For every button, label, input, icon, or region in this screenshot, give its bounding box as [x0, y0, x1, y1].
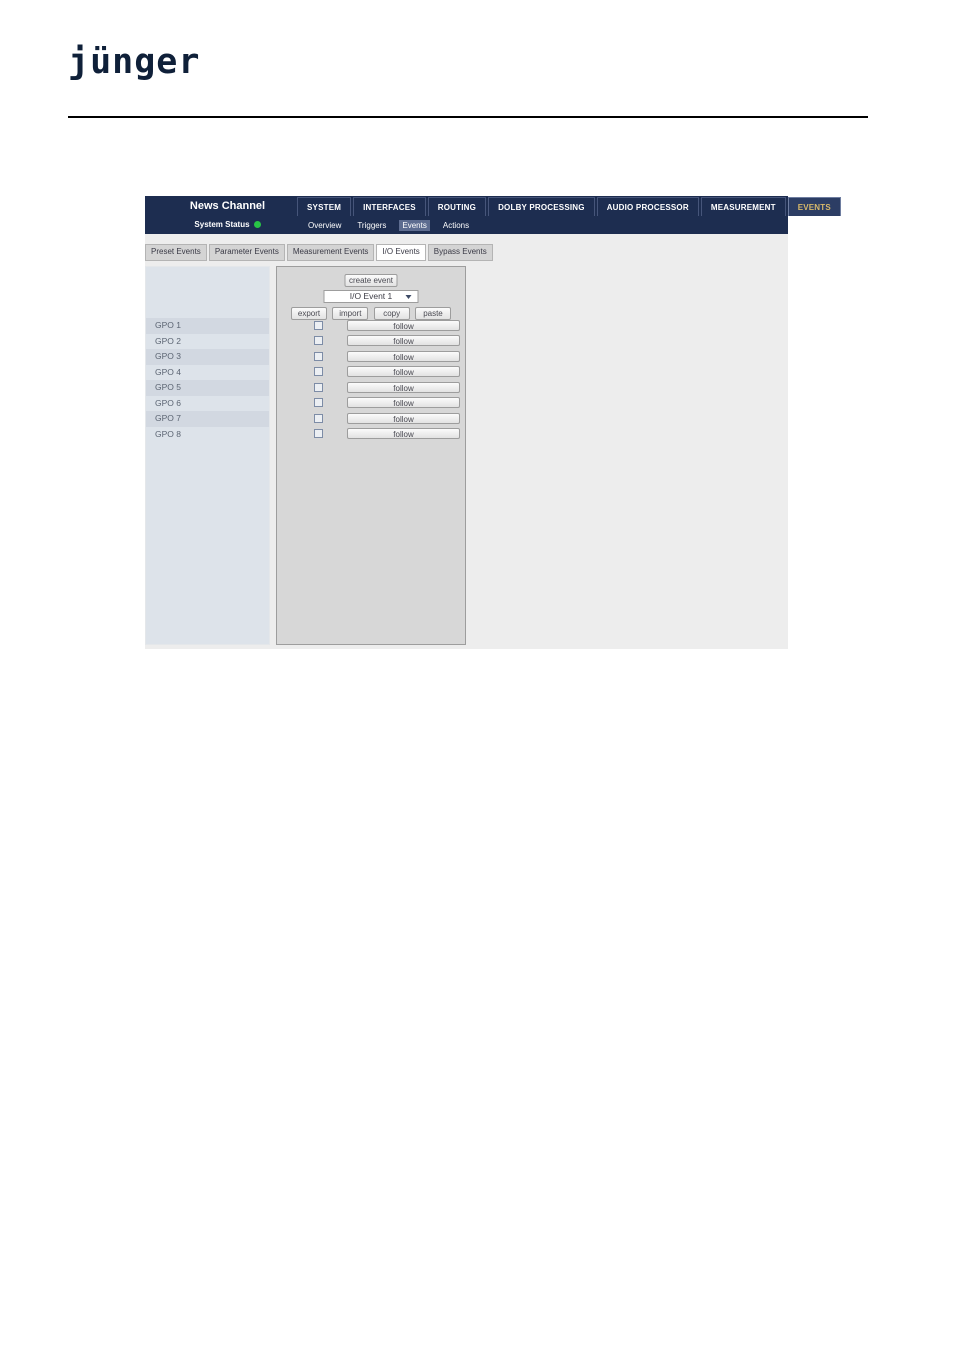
- sub-nav-bar[interactable]: Overview Triggers Events Actions: [297, 216, 472, 234]
- gpo-label-row: GPO 8: [146, 426, 269, 442]
- event-select-value: I/O Event 1: [349, 291, 393, 301]
- event-tab-preset-events[interactable]: Preset Events: [145, 244, 207, 261]
- gpo-label-row: GPO 2: [146, 333, 269, 349]
- gpo-enable-checkbox[interactable]: [314, 398, 323, 407]
- gpo-label-row: GPO 6: [146, 395, 269, 411]
- main-tab-system[interactable]: SYSTEM: [297, 197, 352, 216]
- gpo-enable-checkbox[interactable]: [314, 320, 323, 330]
- status-led-icon: [253, 221, 261, 229]
- junger-logo-text: jünger: [68, 42, 201, 82]
- sub-nav-item-events[interactable]: Events: [399, 219, 430, 231]
- gpo-action-row: follow: [277, 318, 465, 334]
- webui-screenshot: News Channel SYSTEM INTERFACES ROUTING DOLB…: [145, 196, 841, 649]
- gpo-action-row: follow: [277, 334, 465, 350]
- main-tab-bar[interactable]: SYSTEM INTERFACES ROUTING DOLBY PROCESSING A…: [297, 197, 841, 216]
- io-event-panel: create event I/O Event 1 export import cop…: [276, 266, 466, 645]
- create-event-button[interactable]: create event: [344, 274, 398, 287]
- event-tab-bypass-events[interactable]: Bypass Events: [427, 244, 493, 261]
- gpo-action-button[interactable]: follow: [347, 319, 460, 331]
- gpo-action-button[interactable]: follow: [347, 381, 460, 393]
- main-tab-measurement[interactable]: MEASUREMENT: [700, 197, 786, 216]
- event-tab-parameter-events[interactable]: Parameter Events: [208, 244, 285, 261]
- gpo-action-list: follow follow follow follow follow follow foll…: [277, 318, 465, 442]
- gpo-label-row: GPO 5: [146, 380, 269, 396]
- gpo-label-row: GPO 1: [146, 318, 269, 334]
- sub-nav-item-actions[interactable]: Actions: [440, 220, 472, 231]
- nav-row-secondary: System Status Overview Triggers Events Acti…: [145, 216, 788, 234]
- gpo-action-button[interactable]: follow: [347, 350, 460, 362]
- gpo-action-row: follow: [277, 427, 465, 443]
- gpo-action-row: follow: [277, 396, 465, 412]
- event-tab-bar[interactable]: Preset Events Parameter Events Measurement…: [145, 244, 493, 261]
- gpo-action-row: follow: [277, 349, 465, 365]
- system-status: System Status: [145, 216, 310, 234]
- system-status-label: System Status: [194, 220, 250, 229]
- gpo-label-row: GPO 3: [146, 349, 269, 365]
- event-select[interactable]: I/O Event 1: [323, 290, 419, 303]
- nav-row-primary: News Channel SYSTEM INTERFACES ROUTING DOLB…: [145, 196, 841, 216]
- gpo-enable-checkbox[interactable]: [314, 382, 323, 392]
- gpo-action-button[interactable]: follow: [347, 412, 460, 424]
- event-tab-measurement-events[interactable]: Measurement Events: [286, 244, 375, 261]
- device-name: News Channel: [189, 200, 266, 212]
- gpo-action-button[interactable]: follow: [347, 335, 460, 346]
- main-tab-events[interactable]: EVENTS: [787, 197, 841, 216]
- navigation-bar: News Channel SYSTEM INTERFACES ROUTING DOLB…: [145, 196, 841, 234]
- gpo-action-button[interactable]: follow: [347, 366, 460, 377]
- gpo-enable-checkbox[interactable]: [314, 336, 323, 345]
- gpo-label-row: GPO 4: [146, 364, 269, 380]
- sub-nav-item-triggers[interactable]: Triggers: [354, 220, 389, 231]
- main-tab-routing[interactable]: ROUTING: [427, 197, 487, 216]
- gpo-enable-checkbox[interactable]: [314, 413, 323, 423]
- chevron-down-icon: [405, 295, 412, 299]
- gpo-name-list: GPO 1 GPO 2 GPO 3 GPO 4 GPO 5 GPO 6 GPO 7 GPO 8: [146, 318, 269, 442]
- gpo-action-button[interactable]: follow: [347, 397, 460, 408]
- main-tab-interfaces[interactable]: INTERFACES: [353, 197, 426, 216]
- event-tab-i-o-events[interactable]: I/O Events: [376, 244, 426, 261]
- gpo-enable-checkbox[interactable]: [314, 429, 323, 438]
- gpo-name-panel: GPO 1 GPO 2 GPO 3 GPO 4 GPO 5 GPO 6 GPO 7 GPO 8: [145, 266, 270, 645]
- gpo-action-row: follow: [277, 411, 465, 427]
- gpo-label-row: GPO 7: [146, 411, 269, 427]
- header-rule: [68, 116, 868, 118]
- junger-logo: jünger: [68, 40, 368, 85]
- gpo-enable-checkbox[interactable]: [314, 351, 323, 361]
- gpo-action-row: follow: [277, 365, 465, 381]
- gpo-enable-checkbox[interactable]: [314, 367, 323, 376]
- gpo-action-button[interactable]: follow: [347, 428, 460, 439]
- gpo-action-row: follow: [277, 380, 465, 396]
- main-tab-dolby-processing[interactable]: DOLBY PROCESSING: [488, 197, 595, 216]
- main-tab-audio-processor[interactable]: AUDIO PROCESSOR: [596, 197, 699, 216]
- sub-nav-item-overview[interactable]: Overview: [305, 220, 344, 231]
